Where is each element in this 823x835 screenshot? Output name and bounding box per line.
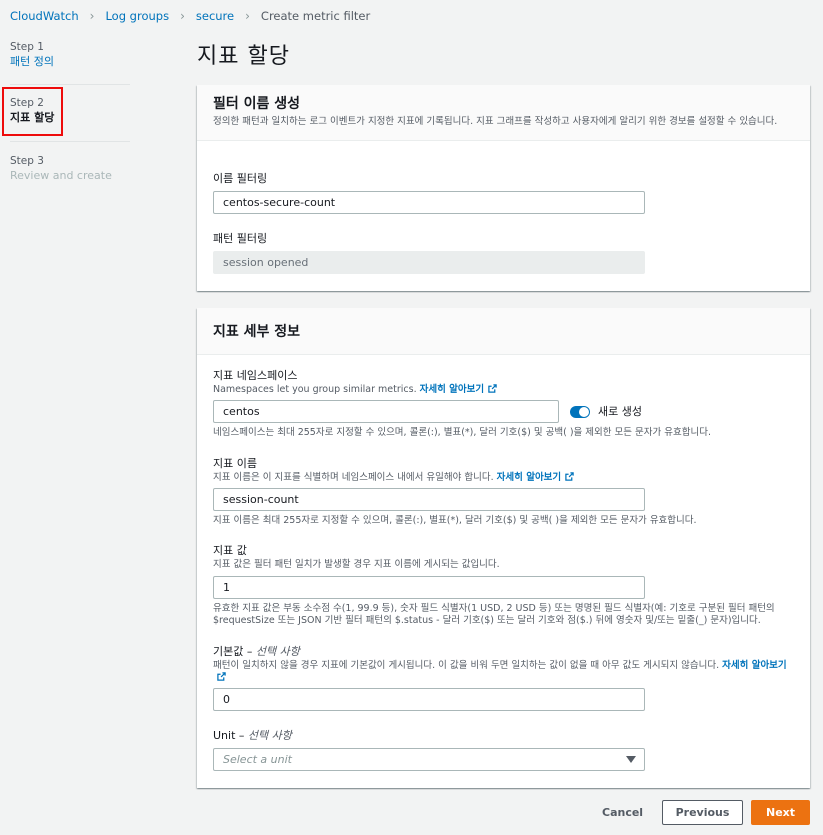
create-new-toggle-group: 새로 생성: [570, 405, 642, 419]
metric-name-description: 지표 이름은 이 지표를 식별하며 네임스페이스 내에서 유일해야 합니다. 자…: [213, 472, 574, 484]
optional-text: 선택 사항: [247, 729, 292, 742]
wizard-step-3: Step 3 Review and create: [10, 154, 112, 184]
metric-name-learn-more-link[interactable]: 자세히 알아보기: [497, 472, 562, 483]
default-value-label: 기본값 – 선택 사항: [213, 645, 300, 658]
metric-name-desc-text: 지표 이름은 이 지표를 식별하며 네임스페이스 내에서 유일해야 합니다.: [213, 472, 494, 483]
external-link-icon: [565, 472, 574, 481]
metric-value-input[interactable]: 1: [213, 576, 645, 599]
metric-value-description: 지표 값은 필터 패턴 일치가 발생할 경우 지표 이름에 게시되는 값입니다.: [213, 559, 500, 570]
filter-name-panel: 필터 이름 생성 정의한 패턴과 일치하는 로그 이벤트가 지정한 지표에 기록…: [197, 85, 810, 291]
next-button[interactable]: Next: [751, 800, 810, 825]
cancel-button[interactable]: Cancel: [590, 800, 655, 825]
breadcrumb-current: Create metric filter: [260, 9, 371, 23]
unit-placeholder: Select a unit: [223, 753, 292, 766]
breadcrumb: CloudWatch › Log groups › secure › Creat…: [10, 8, 370, 24]
panel-header: 지표 세부 정보: [197, 308, 810, 355]
step-label: Review and create: [10, 169, 112, 182]
previous-button[interactable]: Previous: [662, 800, 743, 825]
namespace-label: 지표 네임스페이스: [213, 369, 298, 382]
toggle-knob: [579, 407, 589, 417]
unit-select[interactable]: Select a unit: [213, 748, 645, 771]
namespace-input[interactable]: centos: [213, 400, 559, 423]
default-value-input[interactable]: 0: [213, 688, 645, 711]
unit-label: Unit – 선택 사항: [213, 729, 292, 742]
namespace-constraint: 네임스페이스는 최대 255자로 지정할 수 있으며, 콜론(:), 별표(*)…: [213, 427, 711, 438]
namespace-description: Namespaces let you group similar metrics…: [213, 384, 497, 396]
filter-name-input[interactable]: centos-secure-count: [213, 191, 645, 214]
breadcrumb-secure[interactable]: secure: [196, 9, 234, 23]
filter-pattern-input: session opened: [213, 251, 645, 274]
step-divider: [10, 141, 130, 142]
external-link-icon: [488, 384, 497, 393]
create-new-label: 새로 생성: [598, 405, 642, 418]
chevron-right-icon: ›: [180, 9, 185, 23]
default-value-label-text: 기본값: [213, 645, 244, 658]
panel-description: 정의한 패턴과 일치하는 로그 이벤트가 지정한 지표에 기록됩니다. 지표 그…: [213, 116, 778, 127]
default-value-desc-text: 패턴이 일치하지 않을 경우 지표에 기본값이 게시됩니다. 이 값을 비워 두…: [213, 660, 720, 671]
highlight-annotation: [2, 87, 63, 136]
chevron-right-icon: ›: [89, 9, 95, 23]
filter-name-label: 이름 필터링: [213, 172, 268, 185]
panel-title: 필터 이름 생성: [213, 96, 301, 112]
page-title: 지표 할당: [197, 44, 290, 69]
step-number: Step 3: [10, 155, 44, 167]
metric-value-constraint: 유효한 지표 값은 부동 소수점 수(1, 99.9 등), 숫자 필드 식별자…: [213, 603, 775, 626]
breadcrumb-log-groups[interactable]: Log groups: [105, 9, 169, 23]
namespace-desc-text: Namespaces let you group similar metrics…: [213, 384, 417, 395]
metric-name-input[interactable]: session-count: [213, 488, 645, 511]
create-new-toggle[interactable]: [570, 406, 590, 418]
step-divider: [10, 84, 130, 85]
default-value-learn-more-link[interactable]: 자세히 알아보기: [722, 660, 787, 671]
panel-header: 필터 이름 생성 정의한 패턴과 일치하는 로그 이벤트가 지정한 지표에 기록…: [197, 85, 810, 141]
external-link-icon: [217, 672, 226, 681]
metric-value-label: 지표 값: [213, 544, 247, 557]
panel-title: 지표 세부 정보: [213, 324, 301, 340]
wizard-step-1[interactable]: Step 1 패턴 정의: [10, 40, 54, 70]
breadcrumb-cloudwatch[interactable]: CloudWatch: [10, 9, 79, 23]
metric-name-constraint: 지표 이름은 최대 255자로 지정할 수 있으며, 콜론(:), 별표(*),…: [213, 515, 697, 526]
unit-label-text: Unit: [213, 729, 236, 742]
caret-down-icon: [626, 756, 636, 763]
metric-details-panel: 지표 세부 정보 지표 네임스페이스 Namespaces let you gr…: [197, 308, 810, 788]
default-value-description: 패턴이 일치하지 않을 경우 지표에 기본값이 게시됩니다. 이 값을 비워 두…: [213, 660, 798, 684]
metric-name-label: 지표 이름: [213, 457, 257, 470]
chevron-right-icon: ›: [245, 9, 250, 23]
step-number: Step 1: [10, 41, 44, 53]
optional-text: 선택 사항: [255, 645, 300, 658]
filter-pattern-label: 패턴 필터링: [213, 232, 268, 245]
namespace-learn-more-link[interactable]: 자세히 알아보기: [420, 384, 485, 395]
step-label[interactable]: 패턴 정의: [10, 54, 54, 70]
